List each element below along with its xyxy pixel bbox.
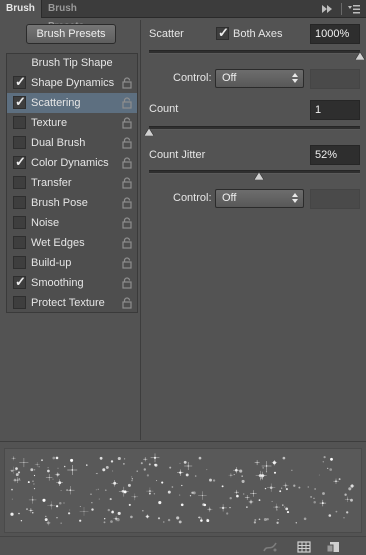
lock-icon[interactable] xyxy=(122,297,132,309)
category-label: Transfer xyxy=(31,177,72,189)
scatter-slider-thumb[interactable] xyxy=(355,52,365,60)
brush-presets-button[interactable]: Brush Presets xyxy=(26,24,116,44)
brush-stroke-icon[interactable] xyxy=(262,540,278,554)
both-axes-checkbox[interactable]: ✓ xyxy=(216,25,229,40)
count-jitter-control-label: Control: xyxy=(173,192,212,204)
lock-icon[interactable] xyxy=(122,157,132,169)
scatter-value-field[interactable]: 1000% xyxy=(310,24,360,44)
lock-icon[interactable] xyxy=(122,177,132,189)
category-checkbox[interactable] xyxy=(13,136,26,149)
scatter-slider-track[interactable] xyxy=(149,50,360,54)
scatter-control-dropdown[interactable]: Off xyxy=(215,69,304,88)
new-preset-icon[interactable] xyxy=(325,540,341,554)
column-divider xyxy=(140,20,141,440)
category-label: Color Dynamics xyxy=(31,157,109,169)
fast-forward-icon[interactable] xyxy=(320,3,334,15)
scatter-preview-canvas xyxy=(9,453,355,526)
tab-brush[interactable]: Brush xyxy=(0,0,42,18)
category-label: Shape Dynamics xyxy=(31,77,115,89)
category-checkbox[interactable]: ✓ xyxy=(13,74,26,89)
category-label: Protect Texture xyxy=(31,297,105,309)
category-checkbox[interactable]: ✓ xyxy=(13,274,26,289)
category-label: Dual Brush xyxy=(31,137,86,149)
category-item-scattering[interactable]: ✓ Scattering xyxy=(7,93,137,113)
category-checkbox[interactable] xyxy=(13,236,26,249)
checkmark-icon: ✓ xyxy=(15,74,26,89)
brush-tip-shape-item[interactable]: Brush Tip Shape xyxy=(7,54,137,73)
category-label: Texture xyxy=(31,117,68,129)
category-item-shape-dynamics[interactable]: ✓ Shape Dynamics xyxy=(7,73,137,93)
panel-menu-icon[interactable] xyxy=(347,3,361,15)
category-checkbox[interactable] xyxy=(13,256,26,269)
category-item-color-dynamics[interactable]: ✓ Color Dynamics xyxy=(7,153,137,173)
count-jitter-slider-thumb[interactable] xyxy=(253,172,264,180)
count-value-field[interactable]: 1 xyxy=(310,100,360,120)
category-checkbox[interactable] xyxy=(13,296,26,309)
count-jitter-label: Count Jitter xyxy=(149,149,206,161)
category-checkbox[interactable] xyxy=(13,116,26,129)
category-item-build-up[interactable]: Build-up xyxy=(7,253,137,273)
category-checkbox[interactable]: ✓ xyxy=(13,154,26,169)
lock-icon[interactable] xyxy=(122,77,132,89)
category-checkbox[interactable] xyxy=(13,216,26,229)
lock-icon[interactable] xyxy=(122,97,132,109)
category-item-transfer[interactable]: Transfer xyxy=(7,173,137,193)
brush-stroke-preview xyxy=(4,448,362,533)
lock-icon[interactable] xyxy=(122,197,132,209)
bottom-toolbar xyxy=(0,536,366,555)
count-jitter-control-value: Off xyxy=(222,192,237,204)
updown-arrows-icon xyxy=(292,193,298,203)
category-item-protect-texture[interactable]: Protect Texture xyxy=(7,293,137,313)
category-checkbox[interactable] xyxy=(13,196,26,209)
category-label: Wet Edges xyxy=(31,237,85,249)
category-label: Build-up xyxy=(31,257,72,269)
panel-tab-bar: Brush Brush Presets xyxy=(0,0,366,32)
category-checkbox[interactable]: ✓ xyxy=(13,94,26,109)
checkmark-icon: ✓ xyxy=(15,94,26,109)
tab-brush-presets[interactable]: Brush Presets xyxy=(42,0,114,32)
category-item-smoothing[interactable]: ✓ Smoothing xyxy=(7,273,137,293)
scatter-control-amount-disabled xyxy=(310,69,360,89)
tab-bar-divider xyxy=(341,3,342,15)
checkmark-icon: ✓ xyxy=(15,154,26,169)
category-checkbox[interactable] xyxy=(13,176,26,189)
grid-icon[interactable] xyxy=(296,540,312,554)
lock-icon[interactable] xyxy=(122,137,132,149)
count-slider-thumb[interactable] xyxy=(144,128,154,136)
both-axes-label: Both Axes xyxy=(233,28,283,40)
scatter-control-value: Off xyxy=(222,72,237,84)
category-label: Noise xyxy=(31,217,60,229)
lock-icon[interactable] xyxy=(122,217,132,229)
count-jitter-value-field[interactable]: 52% xyxy=(310,145,360,165)
checkmark-icon: ✓ xyxy=(15,274,26,289)
category-item-wet-edges[interactable]: Wet Edges xyxy=(7,233,137,253)
category-label: Smoothing xyxy=(31,277,84,289)
category-item-noise[interactable]: Noise xyxy=(7,213,137,233)
count-jitter-control-dropdown[interactable]: Off xyxy=(215,189,304,208)
lock-icon[interactable] xyxy=(122,117,132,129)
category-item-brush-pose[interactable]: Brush Pose xyxy=(7,193,137,213)
scatter-control-label: Control: xyxy=(173,72,212,84)
preview-separator xyxy=(0,441,366,442)
lock-icon[interactable] xyxy=(122,237,132,249)
category-label: Brush Pose xyxy=(31,197,88,209)
count-jitter-control-amount-disabled xyxy=(310,189,360,209)
count-label: Count xyxy=(149,103,179,115)
lock-icon[interactable] xyxy=(122,257,132,269)
category-item-dual-brush[interactable]: Dual Brush xyxy=(7,133,137,153)
brush-settings-list: Brush Tip Shape ✓ Shape Dynamics ✓ Scatteri… xyxy=(6,53,138,313)
lock-icon[interactable] xyxy=(122,277,132,289)
checkmark-icon: ✓ xyxy=(218,25,229,40)
category-label: Scattering xyxy=(31,97,81,109)
category-item-texture[interactable]: Texture xyxy=(7,113,137,133)
scatter-label: Scatter xyxy=(149,28,184,40)
updown-arrows-icon xyxy=(292,73,298,83)
count-slider-track[interactable] xyxy=(149,126,360,130)
